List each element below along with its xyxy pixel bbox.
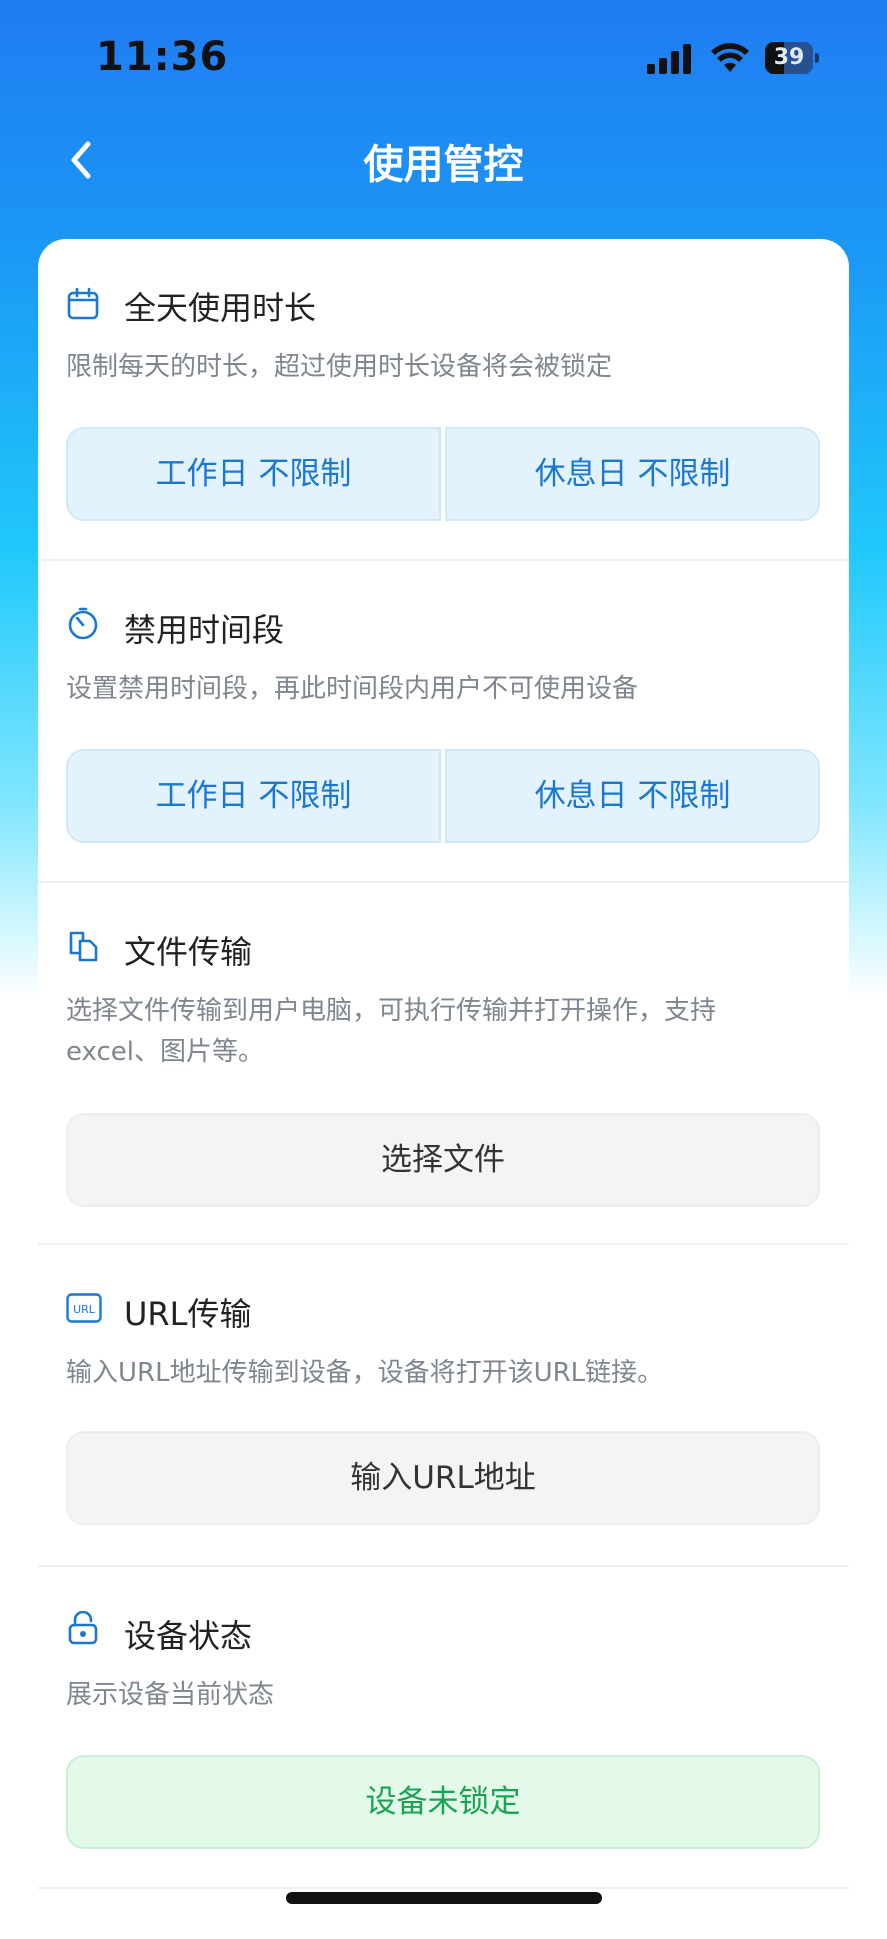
workday-duration-button[interactable]: 工作日 不限制 (66, 427, 441, 521)
workday-period-button[interactable]: 工作日 不限制 (66, 749, 441, 843)
section-device-status: 设备状态 展示设备当前状态 设备未锁定 (38, 1567, 849, 1889)
section-file-transfer: 文件传输 选择文件传输到用户电脑，可执行传输并打开操作，支持 excel、图片等… (38, 883, 849, 1245)
section-title: 文件传输 (124, 933, 253, 971)
select-file-button[interactable]: 选择文件 (66, 1113, 820, 1207)
section-description: 设置禁用时间段，再此时间段内用户不可使用设备 (66, 674, 639, 704)
section-description: 展示设备当前状态 (66, 1680, 275, 1710)
section-title: URL传输 (124, 1295, 252, 1333)
restday-period-button[interactable]: 休息日 不限制 (445, 749, 820, 843)
duration-toggle-group: 工作日 不限制 休息日 不限制 (66, 427, 820, 521)
section-description: 输入URL地址传输到设备，设备将打开该URL链接。 (66, 1358, 664, 1388)
section-daily-duration: 全天使用时长 限制每天的时长，超过使用时长设备将会被锁定 工作日 不限制 休息日… (38, 239, 849, 561)
battery-icon: 39 (765, 42, 820, 74)
status-bar: 11:36 39 (0, 0, 887, 115)
section-title: 禁用时间段 (124, 611, 285, 649)
section-title: 全天使用时长 (124, 289, 317, 327)
divider (38, 1887, 849, 1889)
restday-duration-button[interactable]: 休息日 不限制 (445, 427, 820, 521)
status-time: 11:36 (96, 34, 229, 80)
control-card: 全天使用时长 限制每天的时长，超过使用时长设备将会被锁定 工作日 不限制 休息日… (38, 239, 849, 1939)
section-description: 选择文件传输到用户电脑，可执行传输并打开操作，支持 excel、图片等。 (66, 991, 826, 1073)
section-disabled-period: 禁用时间段 设置禁用时间段，再此时间段内用户不可使用设备 工作日 不限制 休息日… (38, 561, 849, 883)
timer-icon (68, 607, 98, 640)
home-indicator (286, 1892, 602, 1904)
section-description-line: excel、图片等。 (66, 1037, 264, 1067)
unlock-icon (68, 1611, 98, 1645)
section-title: 设备状态 (124, 1617, 253, 1655)
calendar-icon (67, 287, 99, 320)
url-icon: URL (66, 1293, 102, 1323)
url-input-button[interactable]: 输入URL地址 (66, 1431, 820, 1525)
section-description-line: 选择文件传输到用户电脑，可执行传输并打开操作，支持 (66, 996, 717, 1026)
device-status-badge: 设备未锁定 (66, 1755, 820, 1849)
file-copy-icon (69, 931, 98, 962)
period-toggle-group: 工作日 不限制 休息日 不限制 (66, 749, 820, 843)
cellular-signal-icon (647, 44, 691, 74)
url-icon-text: URL (73, 1303, 96, 1316)
battery-level: 39 (773, 45, 805, 70)
wifi-icon (711, 43, 749, 72)
section-description: 限制每天的时长，超过使用时长设备将会被锁定 (66, 352, 613, 382)
page-title: 使用管控 (363, 142, 524, 188)
section-url-transfer: URL URL传输 输入URL地址传输到设备，设备将打开该URL链接。 输入UR… (38, 1245, 849, 1567)
